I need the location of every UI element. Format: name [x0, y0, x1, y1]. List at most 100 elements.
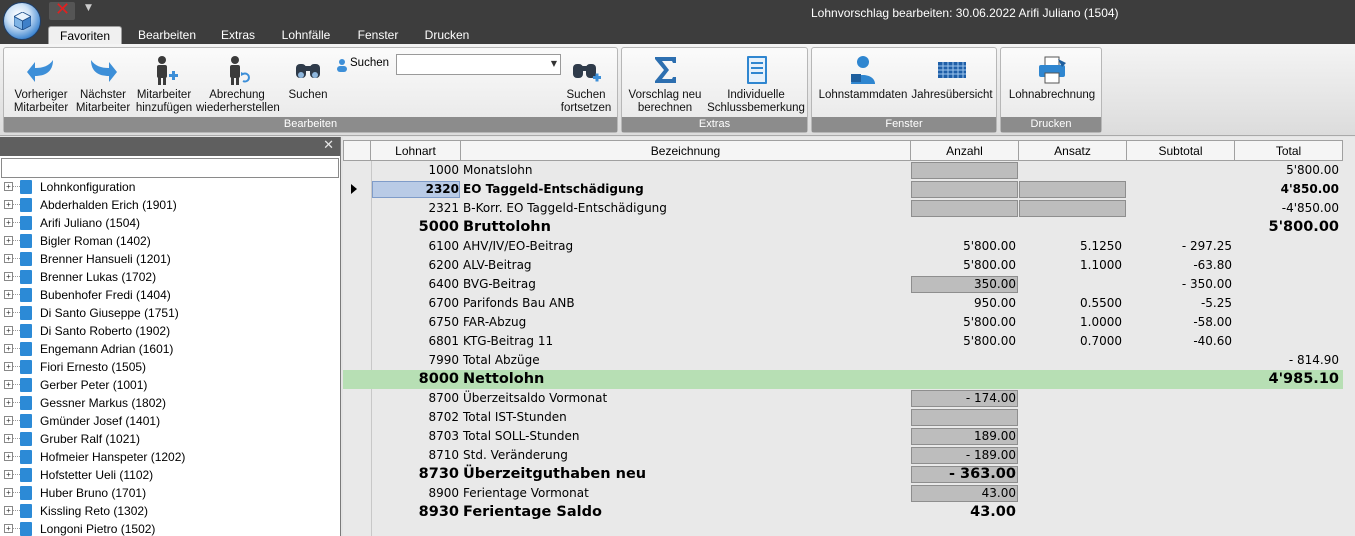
- tree-connector: [13, 330, 20, 331]
- tree-item-employee[interactable]: + Brenner Lukas (1702): [0, 268, 338, 286]
- table-row[interactable]: 8703 Total SOLL-Stunden 189.00: [343, 427, 1343, 446]
- table-row[interactable]: 6100 AHV/IV/EO-Beitrag 5'800.00 5.1250 - 297…: [343, 237, 1343, 256]
- restore-payroll-button[interactable]: Abrechung wiederherstellen: [196, 54, 280, 115]
- table-row[interactable]: 6700 Parifonds Bau ANB 950.00 0.5500 -5.25: [343, 294, 1343, 313]
- cell-anzahl: - 189.00: [965, 448, 1016, 462]
- sigma-icon: [655, 57, 676, 83]
- table-row[interactable]: 8930 Ferientage Saldo 43.00: [343, 503, 1343, 522]
- expand-icon[interactable]: +: [4, 308, 13, 317]
- tree-item-employee[interactable]: + Engemann Adrian (1601): [0, 340, 338, 358]
- table-row[interactable]: 2321 B-Korr. EO Taggeld-Entschädigung -4'8…: [343, 199, 1343, 218]
- tree-filter-input[interactable]: [1, 158, 339, 178]
- tree-item-employee[interactable]: + Di Santo Giuseppe (1751): [0, 304, 338, 322]
- expand-icon[interactable]: +: [4, 344, 13, 353]
- add-employee-button[interactable]: Mitarbeiter hinzufügen: [132, 54, 196, 115]
- previous-employee-button[interactable]: Vorheriger Mitarbeiter: [8, 54, 74, 115]
- search-button[interactable]: Suchen: [280, 54, 336, 102]
- table-row[interactable]: 6200 ALV-Beitrag 5'800.00 1.1000 -63.80: [343, 256, 1343, 275]
- table-row[interactable]: 6801 KTG-Beitrag 11 5'800.00 0.7000 -40.60: [343, 332, 1343, 351]
- table-row[interactable]: 8702 Total IST-Stunden: [343, 408, 1343, 427]
- tab-favoriten[interactable]: Favoriten: [48, 26, 122, 45]
- expand-icon[interactable]: +: [4, 200, 13, 209]
- expand-icon[interactable]: +: [4, 380, 13, 389]
- cell-anzahl: [911, 199, 1018, 218]
- header-total[interactable]: Total: [1235, 140, 1343, 161]
- cell-bezeichnung: Überzeitguthaben neu: [463, 466, 647, 482]
- tree-item-employee[interactable]: + Bubenhofer Fredi (1404): [0, 286, 338, 304]
- expand-icon[interactable]: +: [4, 452, 13, 461]
- tree-item-employee[interactable]: + Gmünder Josef (1401): [0, 412, 338, 430]
- table-row[interactable]: 2320 EO Taggeld-Entschädigung 4'850.00: [343, 180, 1343, 199]
- recalculate-proposal-button[interactable]: Vorschlag neu berechnen: [625, 54, 705, 115]
- tree-item-employee[interactable]: + Kissling Reto (1302): [0, 502, 338, 520]
- cell-ansatz: [1019, 503, 1126, 522]
- close-icon[interactable]: ✕: [323, 138, 334, 153]
- tree-item-employee[interactable]: + Di Santo Roberto (1902): [0, 322, 338, 340]
- tab-fenster[interactable]: Fenster: [349, 26, 407, 44]
- expand-icon[interactable]: +: [4, 326, 13, 335]
- table-row[interactable]: 8700 Überzeitsaldo Vormonat - 174.00: [343, 389, 1343, 408]
- tree-item-employee[interactable]: + Fiori Ernesto (1505): [0, 358, 338, 376]
- table-row[interactable]: 8000 Nettolohn 4'985.10: [343, 370, 1343, 389]
- table-row[interactable]: 1000 Monatslohn 5'800.00: [343, 161, 1343, 180]
- expand-icon[interactable]: +: [4, 524, 13, 533]
- table-row[interactable]: 6750 FAR-Abzug 5'800.00 1.0000 -58.00: [343, 313, 1343, 332]
- yearly-overview-button[interactable]: Jahresübersicht: [908, 54, 996, 102]
- individual-remark-button[interactable]: Individuelle Schlussbemerkung: [706, 54, 806, 115]
- cell-ansatz: 5.1250: [1080, 239, 1122, 253]
- expand-icon[interactable]: +: [4, 506, 13, 515]
- quick-access-dropdown-icon[interactable]: ▼: [85, 3, 92, 13]
- table-row[interactable]: 8710 Std. Veränderung - 189.00: [343, 446, 1343, 465]
- table-row[interactable]: 8900 Ferientage Vormonat 43.00: [343, 484, 1343, 503]
- tree-item-employee[interactable]: + Arifi Juliano (1504): [0, 214, 338, 232]
- tree-item-employee[interactable]: + Hofmeier Hanspeter (1202): [0, 448, 338, 466]
- tab-bearbeiten[interactable]: Bearbeiten: [133, 26, 201, 44]
- tree-item-lohnkonfiguration[interactable]: + Lohnkonfiguration: [0, 178, 338, 196]
- tree-item-employee[interactable]: + Huber Bruno (1701): [0, 484, 338, 502]
- cell-ansatz: [1019, 351, 1126, 370]
- next-employee-button[interactable]: Nächster Mitarbeiter: [70, 54, 136, 115]
- header-bezeichnung[interactable]: Bezeichnung: [461, 140, 911, 161]
- search-continue-button[interactable]: Suchen fortsetzen: [557, 54, 615, 115]
- tab-extras[interactable]: Extras: [213, 26, 263, 44]
- tree-item-employee[interactable]: + Brenner Hansueli (1201): [0, 250, 338, 268]
- quick-access-close-button[interactable]: ✕: [49, 0, 75, 20]
- expand-icon[interactable]: +: [4, 218, 13, 227]
- app-menu-button[interactable]: [3, 2, 41, 40]
- tree-item-employee[interactable]: + Bigler Roman (1402): [0, 232, 338, 250]
- tree-item-employee[interactable]: + Gruber Ralf (1021): [0, 430, 338, 448]
- tab-drucken[interactable]: Drucken: [418, 26, 476, 44]
- tree-item-employee[interactable]: + Gerber Peter (1001): [0, 376, 338, 394]
- search-combobox[interactable]: ▼: [396, 54, 561, 75]
- table-row[interactable]: 7990 Total Abzüge - 814.90: [343, 351, 1343, 370]
- cell-subtotal: [1127, 389, 1234, 408]
- expand-icon[interactable]: +: [4, 416, 13, 425]
- table-row[interactable]: 5000 Bruttolohn 5'800.00: [343, 218, 1343, 237]
- expand-icon[interactable]: +: [4, 182, 13, 191]
- master-data-button[interactable]: Lohnstammdaten: [816, 54, 910, 102]
- expand-icon[interactable]: +: [4, 362, 13, 371]
- tree-item-employee[interactable]: + Abderhalden Erich (1901): [0, 196, 338, 214]
- expand-icon[interactable]: +: [4, 470, 13, 479]
- header-lohnart[interactable]: Lohnart: [371, 140, 461, 161]
- header-ansatz[interactable]: Ansatz: [1019, 140, 1127, 161]
- cell-anzahl: 43.00: [981, 486, 1016, 500]
- header-anzahl[interactable]: Anzahl: [911, 140, 1019, 161]
- ribbon: Vorheriger Mitarbeiter Nächster Mitarbei…: [0, 44, 1355, 136]
- tree-item-employee[interactable]: + Hofstetter Ueli (1102): [0, 466, 338, 484]
- expand-icon[interactable]: +: [4, 236, 13, 245]
- expand-icon[interactable]: +: [4, 290, 13, 299]
- table-row[interactable]: 6400 BVG-Beitrag 350.00 - 350.00: [343, 275, 1343, 294]
- tab-lohnfaelle[interactable]: Lohnfälle: [276, 26, 336, 44]
- table-row[interactable]: 8730 Überzeitguthaben neu - 363.00: [343, 465, 1343, 484]
- expand-icon[interactable]: +: [4, 272, 13, 281]
- expand-icon[interactable]: +: [4, 254, 13, 263]
- expand-icon[interactable]: +: [4, 488, 13, 497]
- header-subtotal[interactable]: Subtotal: [1127, 140, 1235, 161]
- tree-item-employee[interactable]: + Longoni Pietro (1502): [0, 520, 338, 536]
- tree-item-employee[interactable]: + Gessner Markus (1802): [0, 394, 338, 412]
- cell-ansatz: [1019, 199, 1126, 218]
- payslip-button[interactable]: Lohnabrechnung: [1005, 54, 1099, 102]
- expand-icon[interactable]: +: [4, 434, 13, 443]
- expand-icon[interactable]: +: [4, 398, 13, 407]
